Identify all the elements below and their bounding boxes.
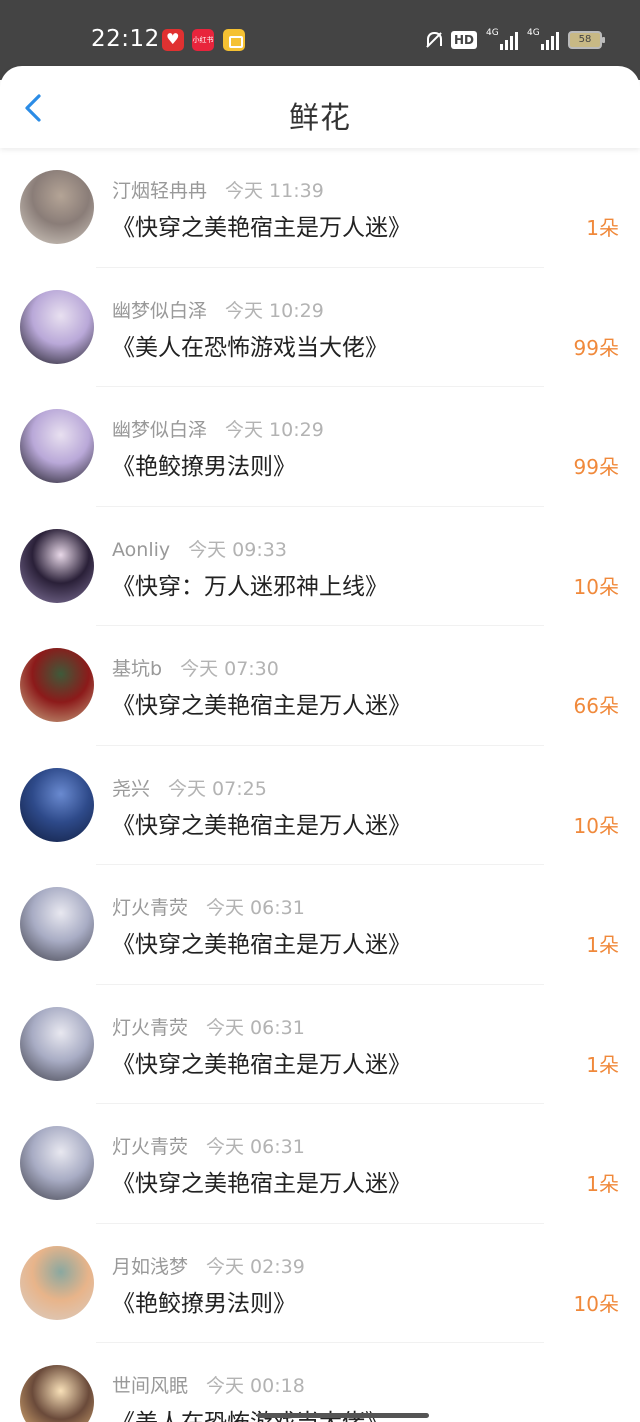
user-name-text: Aonliy (112, 538, 171, 561)
user-name-text: 汀烟轻冉冉 (112, 180, 208, 202)
flower-count: 1朵 (586, 216, 619, 240)
user-name-text: 世间风眠 (112, 1375, 189, 1397)
gift-time: 今天 11:39 (225, 180, 324, 202)
flower-count: 66朵 (573, 694, 619, 718)
user-name-text: 幽梦似白泽 (112, 419, 208, 441)
gift-time: 今天 07:30 (180, 658, 279, 680)
flower-count: 1朵 (586, 1052, 619, 1077)
book-title[interactable]: 《快穿：万人迷邪神上线》 (112, 567, 388, 601)
flower-list-item[interactable]: 幽梦似白泽 今天 10:29 《美人在恐怖游戏当大佬》 99朵 (0, 268, 640, 387)
flower-list-item[interactable]: 世间风眠今天 00:18《美人在恐怖游戏当大佬》 (0, 1343, 640, 1422)
user-name: 灯火青荧 今天 06:31 (112, 893, 305, 920)
bell-muted-icon (424, 30, 442, 50)
status-time: 22:12 (91, 26, 160, 52)
flower-count: 1朵 (586, 1172, 619, 1196)
network-type-label: 4G (527, 28, 540, 38)
user-name-text: 尧兴 (112, 777, 151, 800)
avatar[interactable] (20, 170, 94, 244)
gift-time: 今天 06:31 (206, 1136, 305, 1158)
flower-count: 99朵 (573, 455, 619, 479)
gift-time: 今天 10:29 (225, 299, 324, 322)
user-name: 幽梦似白泽 今天 10:29 (112, 415, 324, 442)
flower-list-item[interactable]: 尧兴 今天 07:25 《快穿之美艳宿主是万人迷》 10朵 (0, 746, 640, 865)
user-name: 汀烟轻冉冉 今天 11:39 (112, 176, 324, 203)
user-name-text: 幽梦似白泽 (112, 299, 208, 322)
coupon-app-icon (223, 29, 245, 51)
book-title[interactable]: 《快穿之美艳宿主是万人迷》 (112, 925, 411, 959)
book-title[interactable]: 《艳鲛撩男法则》 (112, 1284, 296, 1318)
book-title[interactable]: 《美人在恐怖游戏当大佬》 (112, 328, 388, 362)
gift-time: 今天 06:31 (206, 1016, 305, 1039)
flower-list: 汀烟轻冉冉 今天 11:39 《快穿之美艳宿主是万人迷》 1朵 幽梦似白泽 今天 10:2… (0, 148, 640, 1422)
gift-time: 今天 07:25 (168, 777, 267, 800)
book-title[interactable]: 《快穿之美艳宿主是万人迷》 (112, 806, 411, 840)
user-name: 月如浅梦 今天 02:39 (112, 1252, 305, 1279)
user-name: 世间风眠 今天 00:18 (112, 1371, 305, 1398)
user-name: 灯火青荧 今天 06:31 (112, 1132, 305, 1159)
heart-app-icon (162, 29, 184, 51)
flower-list-item[interactable]: 灯火青荧 今天 06:31 《快穿之美艳宿主是万人迷》 1朵 (0, 865, 640, 985)
user-name-text: 灯火青荧 (112, 897, 189, 919)
avatar[interactable] (20, 767, 94, 842)
user-name: 灯火青荧 今天 06:31 (112, 1013, 305, 1040)
gift-time: 今天 02:39 (206, 1255, 305, 1278)
nav-bar: 鲜花 (0, 66, 640, 148)
book-title[interactable]: 《快穿之美艳宿主是万人迷》 (112, 1045, 411, 1079)
xiaohongshu-icon: 小红书 (192, 29, 214, 51)
flower-list-item[interactable]: 基坑b 今天 07:30 《快穿之美艳宿主是万人迷》 66朵 (0, 626, 640, 746)
avatar[interactable] (20, 648, 94, 722)
battery-icon: 58 (568, 31, 605, 49)
book-title[interactable]: 《艳鲛撩男法则》 (112, 447, 296, 481)
avatar[interactable] (20, 528, 94, 603)
signal-icon: 4G (527, 28, 559, 50)
avatar[interactable] (20, 1006, 94, 1081)
home-indicator[interactable] (257, 1413, 429, 1418)
user-name-text: 灯火青荧 (112, 1016, 189, 1039)
user-name-text: 基坑b (112, 658, 163, 680)
avatar[interactable] (20, 1245, 94, 1320)
gift-time: 今天 10:29 (225, 419, 324, 441)
avatar[interactable] (20, 1126, 94, 1200)
gift-time: 今天 00:18 (206, 1375, 305, 1397)
flower-list-item[interactable]: Aonliy 今天 09:33 《快穿：万人迷邪神上线》 10朵 (0, 507, 640, 626)
network-type-label: 4G (486, 28, 499, 38)
user-name-text: 灯火青荧 (112, 1136, 189, 1158)
flower-count: 10朵 (573, 813, 619, 838)
status-indicators: HD 4G 4G 58 (424, 28, 605, 52)
user-name: 尧兴 今天 07:25 (112, 774, 267, 801)
flower-count: 1朵 (586, 933, 619, 957)
user-name-text: 月如浅梦 (112, 1255, 189, 1278)
flower-list-item[interactable]: 灯火青荧 今天 06:31 《快穿之美艳宿主是万人迷》 1朵 (0, 1104, 640, 1224)
avatar[interactable] (20, 409, 94, 483)
avatar[interactable] (20, 887, 94, 961)
hd-badge: HD (450, 31, 477, 49)
flower-list-item[interactable]: 汀烟轻冉冉 今天 11:39 《快穿之美艳宿主是万人迷》 1朵 (0, 148, 640, 268)
flower-count: 10朵 (573, 574, 619, 599)
gift-time: 今天 06:31 (206, 897, 305, 919)
book-title[interactable]: 《快穿之美艳宿主是万人迷》 (112, 1164, 411, 1198)
flower-count: 10朵 (573, 1291, 619, 1316)
user-name: 基坑b 今天 07:30 (112, 654, 279, 681)
signal-icon: 4G (486, 28, 518, 50)
gift-time: 今天 09:33 (188, 538, 287, 561)
book-title[interactable]: 《快穿之美艳宿主是万人迷》 (112, 686, 411, 720)
user-name: 幽梦似白泽 今天 10:29 (112, 296, 324, 323)
flower-count: 99朵 (573, 335, 619, 360)
page-title: 鲜花 (289, 101, 351, 136)
flower-list-item[interactable]: 月如浅梦 今天 02:39 《艳鲛撩男法则》 10朵 (0, 1224, 640, 1343)
avatar[interactable] (20, 289, 94, 364)
avatar[interactable] (20, 1365, 94, 1422)
flower-list-item[interactable]: 幽梦似白泽 今天 10:29 《艳鲛撩男法则》 99朵 (0, 387, 640, 507)
book-title[interactable]: 《快穿之美艳宿主是万人迷》 (112, 208, 411, 242)
user-name: Aonliy 今天 09:33 (112, 535, 287, 562)
flower-list-item[interactable]: 灯火青荧 今天 06:31 《快穿之美艳宿主是万人迷》 1朵 (0, 985, 640, 1104)
